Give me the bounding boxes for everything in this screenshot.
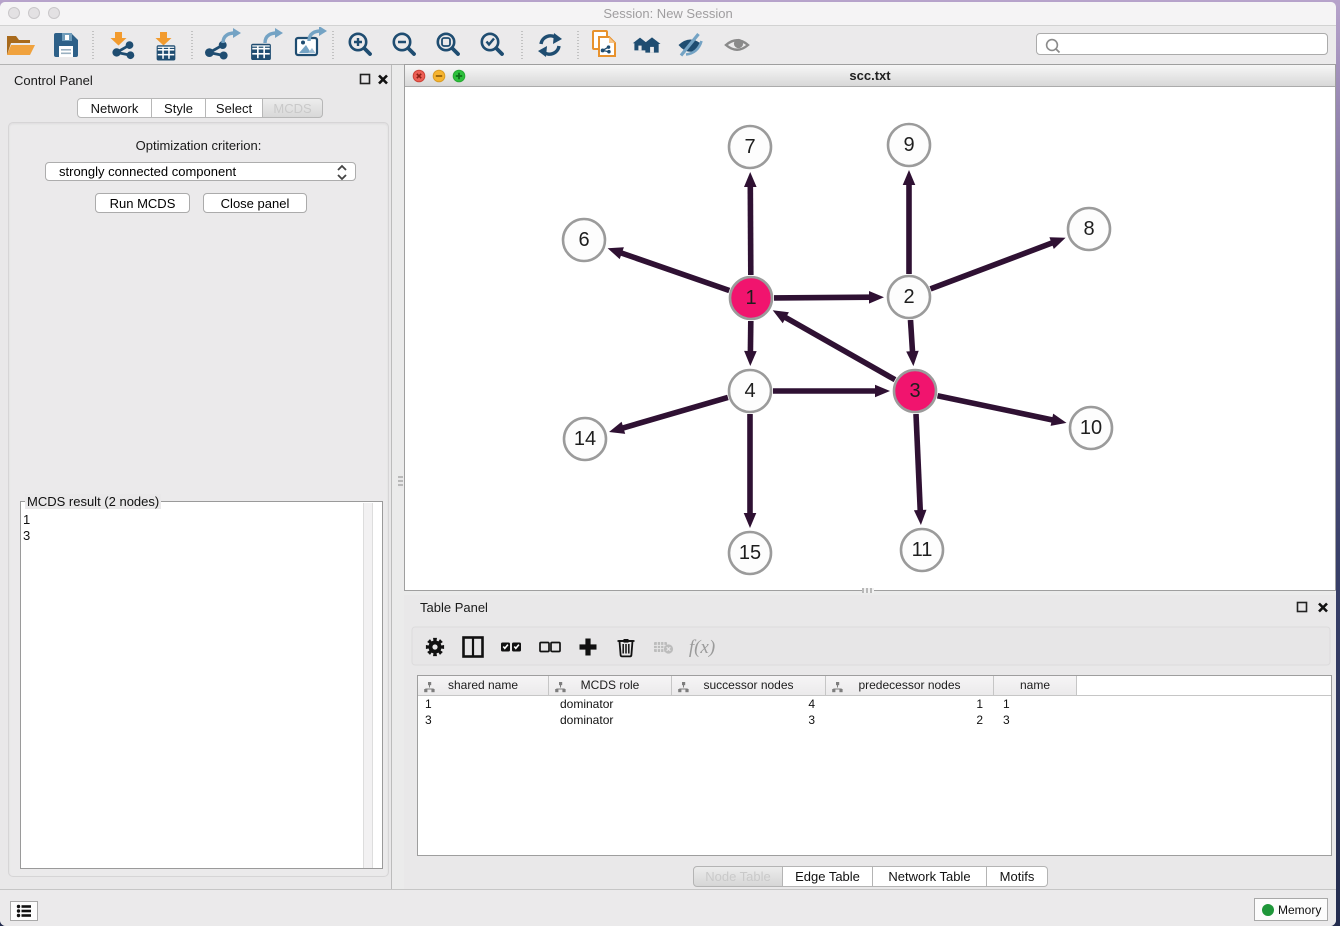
svg-text:7: 7	[744, 136, 755, 158]
svg-text:9: 9	[903, 134, 914, 156]
svg-text:15: 15	[739, 542, 761, 564]
svg-text:3: 3	[909, 380, 920, 402]
svg-text:1: 1	[745, 287, 756, 309]
svg-text:f(x): f(x)	[689, 637, 715, 658]
svg-text:2: 2	[903, 286, 914, 308]
svg-text:11: 11	[912, 539, 933, 561]
svg-text:6: 6	[578, 229, 589, 251]
svg-text:4: 4	[744, 380, 755, 402]
svg-text:14: 14	[574, 428, 596, 450]
svg-text:10: 10	[1080, 417, 1102, 439]
svg-text:8: 8	[1083, 218, 1094, 240]
